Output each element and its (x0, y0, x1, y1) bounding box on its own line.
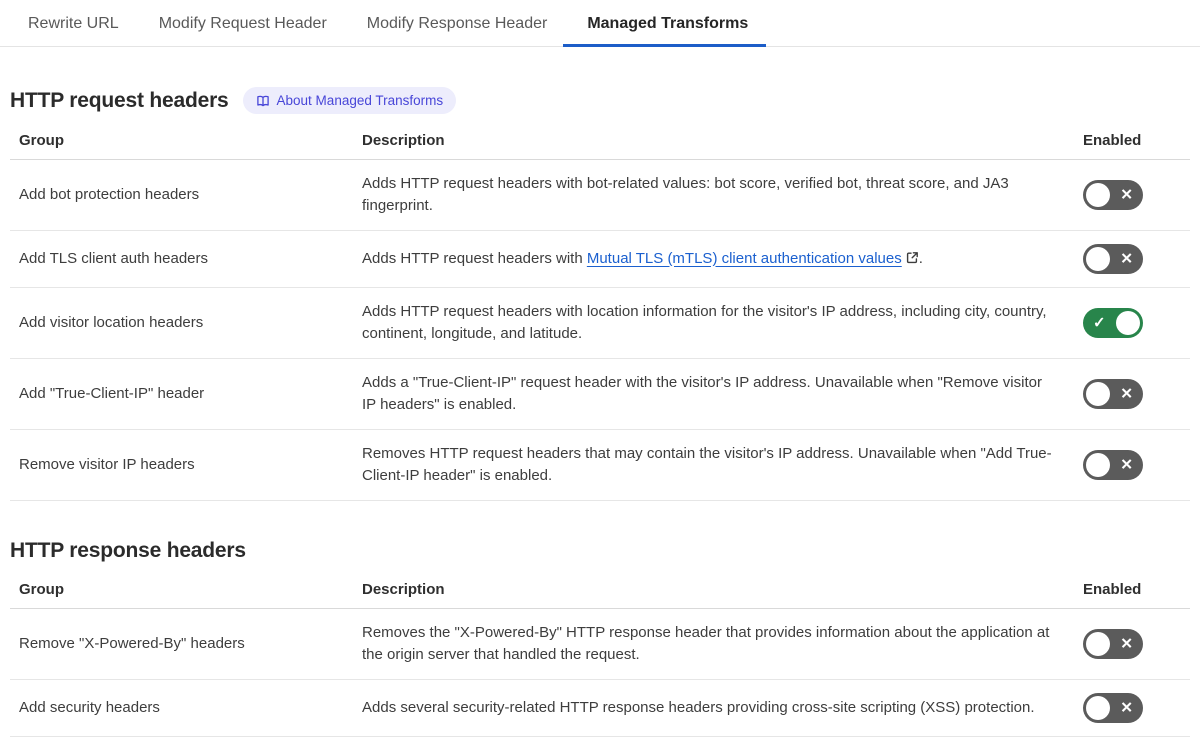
column-header-group: Group (19, 132, 64, 149)
section-title-row: HTTP response headers (10, 539, 1190, 563)
description-text: . (918, 249, 923, 267)
toggle-off-add-true-client-ip-header[interactable]: ✕ (1083, 379, 1143, 409)
tab-modify-response-header[interactable]: Modify Response Header (367, 0, 548, 46)
row-enabled-cell: ✕ (1083, 379, 1190, 409)
description-text: Removes the "X-Powered-By" HTTP response… (362, 624, 1050, 663)
row-description: Adds HTTP request headers with bot-relat… (362, 173, 1083, 217)
column-header-description: Description (362, 132, 445, 149)
table-header-row: Group Description Enabled (10, 126, 1190, 160)
row-group-label: Add security headers (19, 699, 160, 716)
tab-modify-request-header[interactable]: Modify Request Header (159, 0, 327, 46)
toggle-on-add-visitor-location-headers[interactable]: ✓ (1083, 308, 1143, 338)
toggle-state-icon: ✕ (1120, 635, 1133, 653)
badge-label: About Managed Transforms (276, 93, 444, 108)
table-body: Remove "X-Powered-By" headers Removes th… (10, 609, 1190, 737)
description-text: Adds HTTP request headers with (362, 249, 587, 267)
column-header-enabled: Enabled (1083, 132, 1142, 149)
book-icon (256, 94, 270, 108)
section-title-row: HTTP request headers About Managed Trans… (10, 87, 1190, 114)
table-row-add-tls-client-auth-headers: Add TLS client auth headers Adds HTTP re… (10, 231, 1190, 288)
external-link-icon (906, 251, 919, 268)
row-group-label: Remove "X-Powered-By" headers (19, 635, 245, 652)
row-description: Adds HTTP request headers with location … (362, 301, 1083, 345)
section-title: HTTP response headers (10, 539, 246, 562)
column-header-description: Description (362, 581, 445, 598)
toggle-knob (1086, 247, 1110, 271)
table-row-remove-x-powered-by-headers: Remove "X-Powered-By" headers Removes th… (10, 609, 1190, 680)
tab-rewrite-url[interactable]: Rewrite URL (28, 0, 119, 46)
toggle-state-icon: ✕ (1120, 385, 1133, 403)
row-description: Removes the "X-Powered-By" HTTP response… (362, 622, 1083, 666)
toggle-state-icon: ✕ (1120, 250, 1133, 268)
table-row-add-visitor-location-headers: Add visitor location headers Adds HTTP r… (10, 288, 1190, 359)
toggle-knob (1116, 311, 1140, 335)
description-text: Removes HTTP request headers that may co… (362, 445, 1052, 484)
description-text: Adds HTTP request headers with location … (362, 303, 1047, 342)
section-title: HTTP request headers (10, 88, 229, 112)
row-group-label: Add "True-Client-IP" header (19, 385, 205, 402)
row-description: Adds HTTP request headers with Mutual TL… (362, 248, 1083, 271)
table-row-add-bot-protection-headers: Add bot protection headers Adds HTTP req… (10, 160, 1190, 231)
row-enabled-cell: ✕ (1083, 450, 1190, 480)
description-text: Adds several security-related HTTP respo… (362, 699, 1035, 716)
toggle-off-add-tls-client-auth-headers[interactable]: ✕ (1083, 244, 1143, 274)
row-group-label: Add TLS client auth headers (19, 250, 209, 267)
tab-bar: Rewrite URL Modify Request Header Modify R… (0, 0, 1200, 47)
toggle-state-icon: ✓ (1093, 314, 1106, 332)
toggle-state-icon: ✕ (1120, 186, 1133, 204)
row-group-label: Remove visitor IP headers (19, 456, 195, 473)
toggle-knob (1086, 183, 1110, 207)
table-row-add-true-client-ip-header: Add "True-Client-IP" header Adds a "True… (10, 359, 1190, 430)
description-text: Adds a "True-Client-IP" request header w… (362, 374, 1042, 413)
row-group-label: Add bot protection headers (19, 186, 200, 203)
managed-transforms-page: HTTP request headers About Managed Trans… (0, 87, 1200, 737)
toggle-off-add-security-headers[interactable]: ✕ (1083, 693, 1143, 723)
toggle-state-icon: ✕ (1120, 699, 1133, 717)
description-text: Adds HTTP request headers with bot-relat… (362, 175, 1009, 214)
section-response-headers: HTTP response headers Group Description … (10, 539, 1190, 737)
row-description: Removes HTTP request headers that may co… (362, 443, 1083, 487)
toggle-off-add-bot-protection-headers[interactable]: ✕ (1083, 180, 1143, 210)
table-row-add-security-headers: Add security headers Adds several securi… (10, 680, 1190, 737)
row-enabled-cell: ✕ (1083, 629, 1190, 659)
column-header-enabled: Enabled (1083, 581, 1142, 598)
table-header-row: Group Description Enabled (10, 575, 1190, 609)
row-description: Adds several security-related HTTP respo… (362, 697, 1083, 719)
description-link[interactable]: Mutual TLS (mTLS) client authentication … (587, 250, 902, 267)
row-enabled-cell: ✓ (1083, 308, 1190, 338)
toggle-off-remove-x-powered-by-headers[interactable]: ✕ (1083, 629, 1143, 659)
toggle-state-icon: ✕ (1120, 456, 1133, 474)
row-group-label: Add visitor location headers (19, 314, 204, 331)
toggle-off-remove-visitor-ip-headers[interactable]: ✕ (1083, 450, 1143, 480)
row-enabled-cell: ✕ (1083, 244, 1190, 274)
toggle-knob (1086, 632, 1110, 656)
toggle-knob (1086, 382, 1110, 406)
table-body: Add bot protection headers Adds HTTP req… (10, 160, 1190, 501)
row-enabled-cell: ✕ (1083, 180, 1190, 210)
column-header-group: Group (19, 581, 64, 598)
about-managed-transforms-badge[interactable]: About Managed Transforms (242, 87, 457, 114)
toggle-knob (1086, 696, 1110, 720)
table-row-remove-visitor-ip-headers: Remove visitor IP headers Removes HTTP r… (10, 430, 1190, 501)
row-enabled-cell: ✕ (1083, 693, 1190, 723)
section-request-headers: HTTP request headers About Managed Trans… (10, 87, 1190, 501)
row-description: Adds a "True-Client-IP" request header w… (362, 372, 1083, 416)
tab-managed-transforms[interactable]: Managed Transforms (563, 0, 767, 47)
toggle-knob (1086, 453, 1110, 477)
